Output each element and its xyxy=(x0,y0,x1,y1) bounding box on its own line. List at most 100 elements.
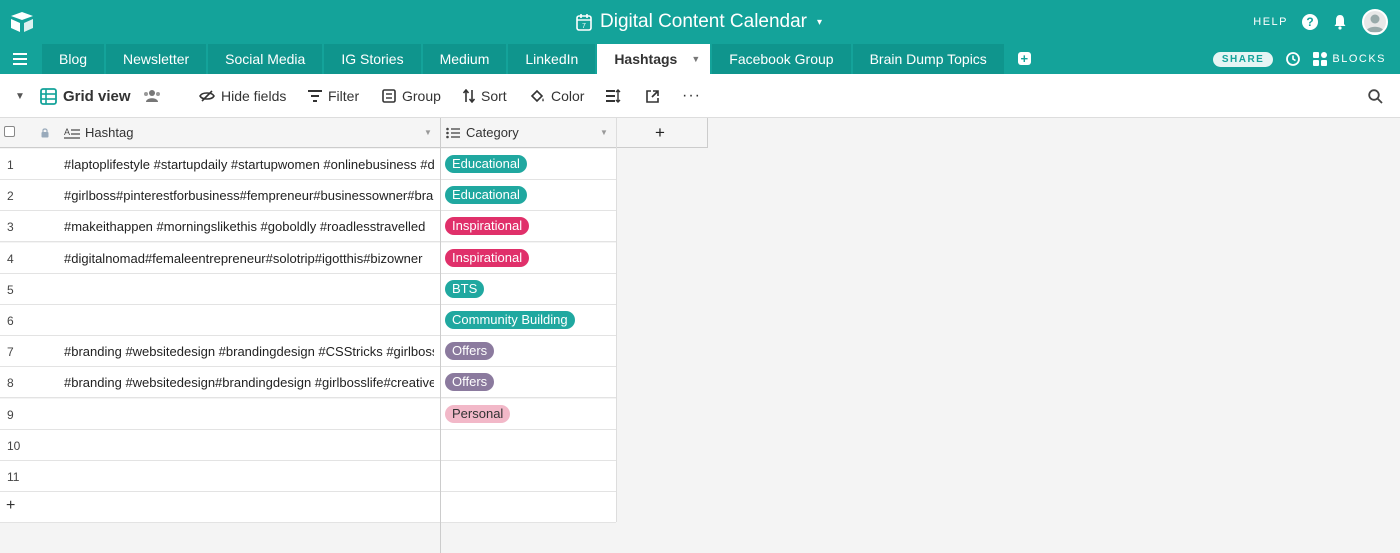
tab-label: Social Media xyxy=(225,51,306,67)
category-tag: BTS xyxy=(445,279,485,298)
row-number: 6 xyxy=(7,314,14,328)
airtable-logo-icon[interactable] xyxy=(9,11,35,33)
history-icon[interactable] xyxy=(1285,51,1301,67)
calendar-icon: 7 xyxy=(576,14,592,31)
category-column-divider xyxy=(616,118,617,522)
row-number: 2 xyxy=(7,189,14,204)
category-tag: Offers xyxy=(445,342,495,361)
category-tag: Community Building xyxy=(445,311,575,329)
hashtag-cell[interactable]: #digitalnomad#femaleentrepreneur#solotri… xyxy=(64,251,434,266)
add-table-icon[interactable]: + xyxy=(1017,52,1031,65)
filter-label: Filter xyxy=(328,88,360,104)
paint-bucket-icon xyxy=(530,89,544,103)
table-row[interactable]: 7 #branding #websitedesign #brandingdesig… xyxy=(0,336,616,368)
tab-newsletter[interactable]: Newsletter xyxy=(106,44,207,74)
hamburger-menu-icon[interactable] xyxy=(13,53,27,65)
column-menu-chevron-icon[interactable]: ▼ xyxy=(600,128,608,137)
tab-list: Blog Newsletter Social Media IG Stories … xyxy=(42,44,1031,74)
category-cell[interactable]: Educational xyxy=(445,186,527,205)
view-name[interactable]: Grid view xyxy=(40,87,131,105)
tab-label: Facebook Group xyxy=(729,51,834,67)
hashtag-cell[interactable]: #laptoplifestyle #startupdaily #startupw… xyxy=(64,157,434,172)
column-menu-chevron-icon[interactable]: ▼ xyxy=(424,128,432,137)
table-row[interactable]: 9 Personal xyxy=(0,398,616,430)
table-row[interactable]: 1 #laptoplifestyle #startupdaily #startup… xyxy=(0,149,616,180)
help-question-icon[interactable]: ? xyxy=(1302,14,1318,30)
view-name-label: Grid view xyxy=(63,87,131,105)
group-icon xyxy=(382,89,396,103)
base-title[interactable]: 7 Digital Content Calendar ▾ xyxy=(576,10,822,34)
header-primary-area: A Hashtag ▼ xyxy=(0,118,440,148)
table-row[interactable]: 8 #branding #websitedesign#brandingdesign… xyxy=(0,367,616,399)
caret-down-icon: ▼ xyxy=(15,90,25,102)
share-view-button[interactable] xyxy=(646,87,659,105)
category-tag: Inspirational xyxy=(445,248,530,267)
group-label: Group xyxy=(402,88,441,104)
color-button[interactable]: Color xyxy=(530,87,584,105)
hashtag-cell[interactable]: #branding #websitedesign #brandingdesign… xyxy=(64,344,434,359)
table-row[interactable]: 3 #makeithappen #morningslikethis #gobold… xyxy=(0,211,616,243)
hashtag-cell[interactable]: #makeithappen #morningslikethis #goboldl… xyxy=(64,219,434,234)
tab-social-media[interactable]: Social Media xyxy=(208,44,323,74)
category-cell[interactable]: Community Building xyxy=(445,311,575,329)
category-tag: Educational xyxy=(445,186,527,205)
table-row[interactable]: 5 BTS xyxy=(0,273,616,305)
row-height-button[interactable] xyxy=(606,87,621,105)
category-cell[interactable]: Personal xyxy=(445,404,511,423)
column-header-category[interactable]: Category ▼ xyxy=(441,118,616,148)
help-link[interactable]: HELP xyxy=(1253,16,1288,28)
category-cell[interactable]: Inspirational xyxy=(445,248,530,267)
search-button[interactable] xyxy=(1368,87,1383,105)
share-button[interactable]: SHARE xyxy=(1212,51,1274,67)
sort-button[interactable]: Sort xyxy=(463,87,507,105)
hashtag-cell[interactable]: #branding #websitedesign#brandingdesign … xyxy=(64,375,434,390)
category-tag: Personal xyxy=(445,404,511,423)
tab-linkedin[interactable]: LinkedIn xyxy=(508,44,596,74)
category-cell[interactable]: Offers xyxy=(445,342,495,361)
select-all-checkbox[interactable] xyxy=(4,126,15,137)
hide-fields-button[interactable]: Hide fields xyxy=(199,87,286,105)
text-field-icon: A xyxy=(64,127,80,139)
tab-hashtags[interactable]: Hashtags ▼ xyxy=(597,44,711,74)
blocks-icon xyxy=(1313,52,1328,66)
tab-brain-dump-topics[interactable]: Brain Dump Topics xyxy=(852,44,1004,74)
category-tag: Offers xyxy=(445,373,495,392)
tab-blog[interactable]: Blog xyxy=(42,44,105,74)
header-divider xyxy=(707,118,708,148)
column-header-category-label: Category xyxy=(466,125,519,140)
category-cell[interactable]: Offers xyxy=(445,373,495,392)
tab-ig-stories[interactable]: IG Stories xyxy=(324,44,421,74)
tab-facebook-group[interactable]: Facebook Group xyxy=(712,44,851,74)
category-cell[interactable]: BTS xyxy=(445,279,485,298)
primary-column-divider xyxy=(440,118,441,553)
filter-icon xyxy=(308,90,322,102)
single-select-icon xyxy=(446,127,460,138)
chevron-down-icon: ▾ xyxy=(817,16,823,28)
table-row[interactable]: 6 Community Building xyxy=(0,305,616,336)
blocks-button[interactable]: BLOCKS xyxy=(1313,52,1386,66)
add-field-button[interactable]: + xyxy=(617,118,707,148)
lock-icon xyxy=(41,128,49,138)
table-row[interactable]: 2 #girlboss#pinterestforbusiness#femprene… xyxy=(0,180,616,212)
column-header-hashtag-label: Hashtag xyxy=(85,125,134,140)
column-header-hashtag[interactable]: A Hashtag xyxy=(64,125,133,140)
row-number: 9 xyxy=(7,407,14,422)
category-cell[interactable]: Inspirational xyxy=(445,217,530,236)
collaborators-button[interactable] xyxy=(143,87,161,105)
group-button[interactable]: Group xyxy=(382,87,441,105)
user-avatar[interactable] xyxy=(1362,9,1388,35)
tab-menu-chevron-icon[interactable]: ▼ xyxy=(691,54,700,64)
hashtag-cell[interactable]: #girlboss#pinterestforbusiness#fempreneu… xyxy=(64,188,434,203)
table-row[interactable]: 4 #digitalnomad#femaleentrepreneur#solotr… xyxy=(0,242,616,274)
filter-button[interactable]: Filter xyxy=(308,87,359,105)
category-cell[interactable]: Educational xyxy=(445,155,527,173)
bell-icon[interactable] xyxy=(1332,14,1348,30)
records-grid: A Hashtag ▼ Category ▼ + 1 #laptoplifest… xyxy=(0,118,1400,553)
view-switcher-toggle[interactable]: ▼ xyxy=(15,87,25,105)
table-row[interactable]: 11 xyxy=(0,461,616,492)
more-options-button[interactable]: ··· xyxy=(682,87,701,105)
table-row[interactable]: 10 xyxy=(0,429,616,461)
tab-medium[interactable]: Medium xyxy=(422,44,507,74)
add-record-row[interactable]: + xyxy=(0,492,616,524)
search-icon xyxy=(1368,88,1383,104)
